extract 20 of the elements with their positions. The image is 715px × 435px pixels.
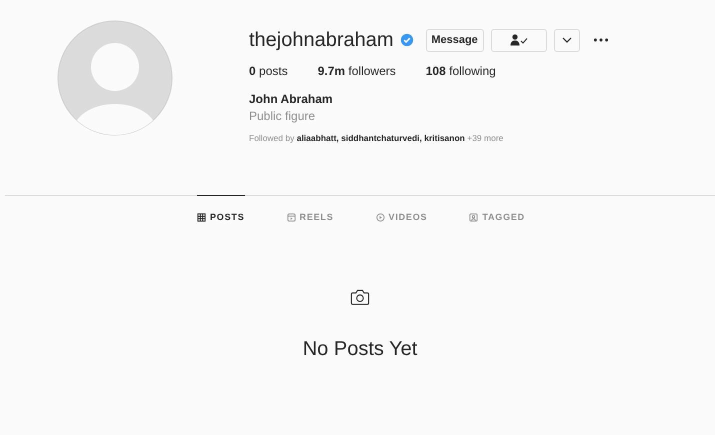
profile-tab[interactable]: POSTS <box>197 195 245 238</box>
more-options-icon[interactable] <box>592 38 609 42</box>
person-check-icon <box>510 34 528 46</box>
empty-state-title: No Posts Yet <box>302 338 418 361</box>
full-name: John Abraham <box>249 92 334 106</box>
camera-icon <box>350 288 370 306</box>
reel-icon <box>286 212 296 222</box>
followed-by-text[interactable]: Followed by aliaabhatt, siddhantchaturvedi, kritisanon +39 more <box>249 133 609 143</box>
avatar-icon <box>57 20 173 136</box>
stat-count[interactable]: 0 posts <box>249 64 288 78</box>
username: thejohnabraham <box>249 28 394 52</box>
chevron-down-icon <box>562 37 572 43</box>
stat-count[interactable]: 9.7m followers <box>318 64 396 78</box>
stat-count[interactable]: 108 following <box>426 64 496 78</box>
following-button[interactable] <box>490 28 547 52</box>
play-icon <box>376 212 385 222</box>
category-label: Public figure <box>249 109 316 123</box>
tag-person-icon <box>469 212 478 222</box>
message-button[interactable]: Message <box>426 28 484 52</box>
grid-icon <box>197 212 206 222</box>
